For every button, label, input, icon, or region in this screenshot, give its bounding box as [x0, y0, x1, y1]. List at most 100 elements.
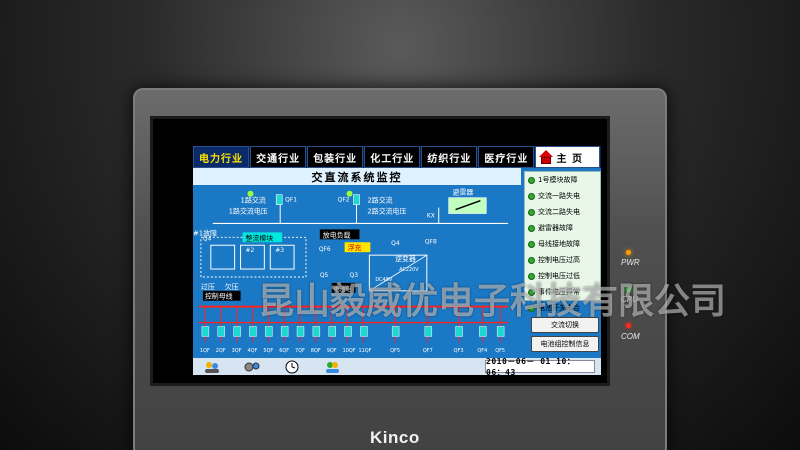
- feeder-switch[interactable]: [424, 326, 433, 337]
- feeder-label: QF3: [454, 348, 464, 354]
- fault-led-icon: [528, 192, 535, 200]
- label-cell-2: #2: [246, 247, 255, 254]
- watermark: 昆山毅威优电子科技有限公司: [258, 280, 727, 322]
- feeder-switch[interactable]: [280, 326, 289, 337]
- label-float-charge: 浮充: [348, 243, 362, 252]
- datetime-display: 2010－06－ 01 10：06：43: [485, 357, 595, 377]
- feeder-switch[interactable]: [391, 326, 400, 337]
- pwr-led: [626, 250, 631, 255]
- feeder-label: QF7: [423, 348, 433, 354]
- fault-led-icon: [528, 176, 535, 184]
- label-qf1: QF1: [285, 197, 297, 204]
- status-bar: 2010－06－ 01 10：06：43: [193, 357, 601, 377]
- feeder-label: 5QF: [263, 348, 273, 354]
- feeder-switch[interactable]: [360, 326, 368, 337]
- feeder-label: 8QF: [311, 348, 321, 354]
- tab-packaging[interactable]: 包装行业: [307, 146, 364, 168]
- switch-qf2: [353, 194, 360, 205]
- feeder-label: 9QF: [327, 348, 337, 354]
- tab-textile[interactable]: 纺织行业: [421, 146, 478, 168]
- feeder-switch[interactable]: [233, 326, 241, 337]
- label-cell-3: #3: [275, 247, 284, 254]
- feeder-label: 7QF: [295, 348, 305, 354]
- feeder-switch[interactable]: [344, 326, 352, 337]
- label-discharge-load: 放电负载: [323, 230, 351, 239]
- fault-led-icon: [528, 208, 535, 216]
- feeder-switch[interactable]: [249, 326, 257, 337]
- industry-tabs: 电力行业 交通行业 包装行业 化工行业 纺织行业 医疗行业 主 页: [193, 146, 601, 168]
- feeder-switch[interactable]: [455, 326, 463, 337]
- label-line1-voltage: 1路交流电压: [229, 207, 268, 216]
- feeder-switch[interactable]: [201, 326, 210, 337]
- feeder-label: 6QF: [279, 348, 289, 354]
- fault-led-icon: [528, 240, 535, 248]
- monitor-panel: 交直流系统监控 QF1 QF2 1路交流 2路交流 1路交流电压 2路交流电压 …: [193, 168, 601, 358]
- clock-icon[interactable]: [283, 360, 301, 374]
- label-qf8: QF8: [425, 238, 437, 245]
- rect-cell-1: [210, 244, 236, 270]
- feeder-label: 10QF: [343, 348, 356, 354]
- label-undervolt: 欠压: [225, 282, 239, 291]
- fault-item: 1号模块故障: [525, 172, 600, 188]
- gears-icon[interactable]: [243, 360, 261, 374]
- feeder-switch[interactable]: [265, 326, 273, 337]
- fault-item: 避雷器故障: [525, 220, 600, 236]
- tab-transport[interactable]: 交通行业: [250, 146, 307, 168]
- brand-logo: Kinco: [370, 428, 420, 447]
- fault-label: 交流二路失电: [538, 208, 580, 216]
- screen-content: 电力行业 交通行业 包装行业 化工行业 纺织行业 医疗行业 主 页 交直流系统监…: [153, 118, 615, 388]
- pwr-label: PWR: [621, 258, 640, 267]
- label-surge: 避雷器: [453, 188, 474, 197]
- fault-item: 控制电压过高: [525, 252, 600, 268]
- label-line2-voltage: 2路交流电压: [367, 207, 406, 216]
- feeder-label: 11QF: [358, 348, 371, 354]
- feeder-switch[interactable]: [328, 326, 336, 337]
- tab-chemical[interactable]: 化工行业: [364, 146, 421, 168]
- label-qf6: QF6: [319, 246, 331, 253]
- feeder-switch[interactable]: [496, 326, 505, 337]
- home-icon: [539, 150, 554, 164]
- tab-power[interactable]: 电力行业: [193, 146, 250, 168]
- feeder-label: 1QF: [200, 348, 210, 354]
- switch-qf1: [275, 194, 283, 205]
- people-icon[interactable]: [323, 360, 341, 374]
- fault-label: 1号模块故障: [538, 176, 578, 184]
- feeder-switch[interactable]: [312, 326, 321, 337]
- feeder-label: QF5: [390, 348, 400, 354]
- fault-label: 母线接地故障: [538, 240, 580, 248]
- feeder-label: QF5: [495, 348, 505, 354]
- tab-home-label: 主 页: [556, 153, 583, 165]
- label-ctrl-bus: 控制母线: [205, 292, 233, 301]
- battery-info-button[interactable]: 电池组控制信息: [531, 336, 599, 352]
- label-line2: 2路交流: [367, 196, 392, 205]
- fault-label: 控制电压过高: [538, 256, 580, 264]
- feeder-switch[interactable]: [479, 326, 487, 337]
- tab-home[interactable]: 主 页: [535, 146, 600, 168]
- label-overvolt: 过压: [201, 282, 215, 291]
- rectifier-group: [200, 236, 307, 278]
- feeder-label: 4QF: [247, 348, 257, 354]
- label-fault1: #1故障: [193, 228, 217, 237]
- label-rectifier-module: 整流模块: [246, 233, 274, 242]
- label-q4b: Q4: [391, 240, 400, 247]
- feeder-label: 3QF: [232, 348, 242, 354]
- feeder-label: 2QF: [216, 348, 226, 354]
- com-label: COM: [621, 332, 640, 341]
- feeder-switch[interactable]: [296, 326, 305, 337]
- feeder-switch[interactable]: [217, 326, 225, 337]
- fault-led-icon: [528, 256, 535, 264]
- fault-label: 避雷器故障: [538, 224, 573, 232]
- fault-item: 交流一路失电: [525, 188, 600, 204]
- page-title: 交直流系统监控: [193, 168, 521, 185]
- label-qf2: QF2: [338, 197, 350, 204]
- label-inverter: 逆变器: [395, 254, 416, 263]
- fault-item: 母线接地故障: [525, 236, 600, 252]
- fault-led-icon: [528, 224, 535, 232]
- feeder-label: QF4: [477, 348, 487, 354]
- users-icon[interactable]: [203, 360, 221, 374]
- fault-item: 交流二路失电: [525, 204, 600, 220]
- tab-medical[interactable]: 医疗行业: [478, 146, 535, 168]
- fault-label: 交流一路失电: [538, 192, 580, 200]
- label-kx: KX: [427, 212, 435, 219]
- label-line1: 1路交流: [241, 196, 266, 205]
